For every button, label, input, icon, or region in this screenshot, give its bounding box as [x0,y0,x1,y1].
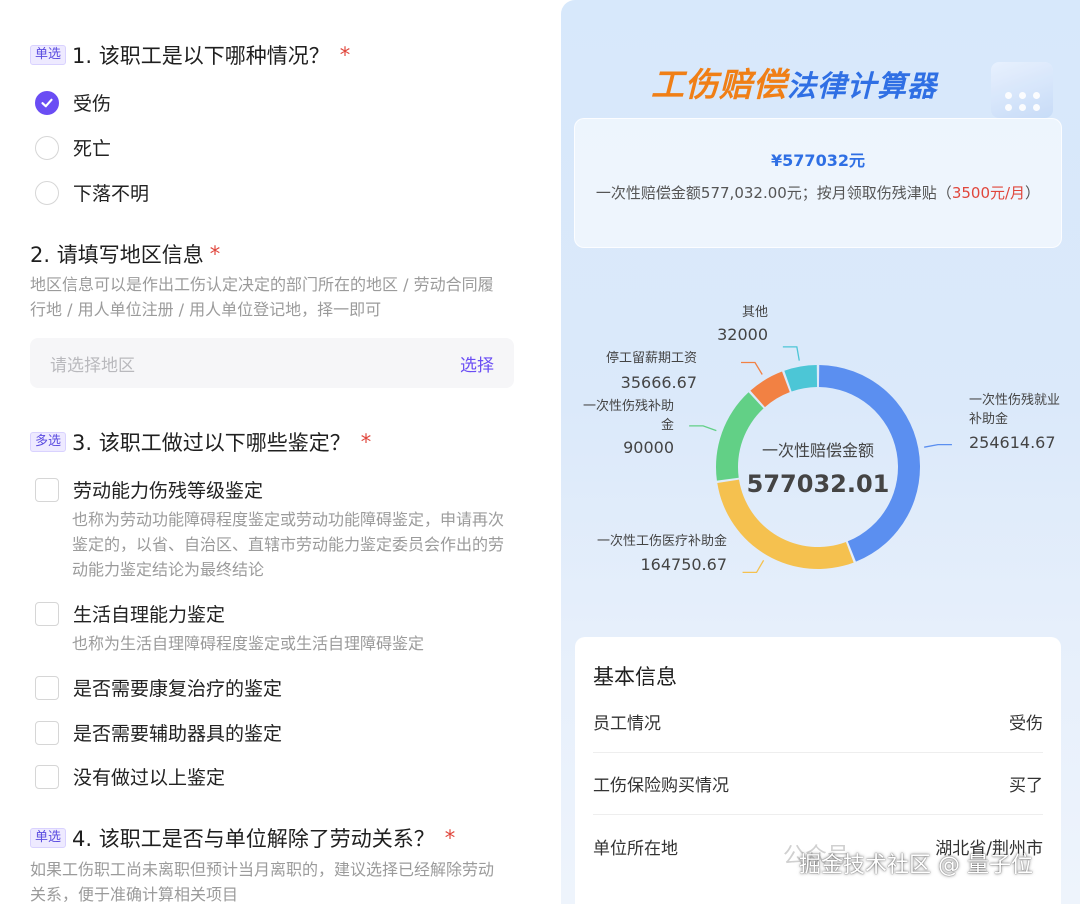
option-label: 劳动能力伤残等级鉴定 [73,480,264,502]
title-part-2: 法律计算器 [787,69,938,103]
option-label: 生活自理能力鉴定 [73,604,226,626]
option-label: 受伤 [73,93,112,115]
option-label: 是否需要康复治疗的鉴定 [73,678,283,700]
single-choice-tag: 单选 [30,45,67,65]
leader-line-4 [741,361,763,375]
option-description: 也称为劳动功能障碍程度鉴定或劳动功能障碍鉴定，申请再次鉴定的，以省、自治区、直辖… [72,510,505,579]
question-2-description: 地区信息可以是作出工伤认定决定的部门所在的地区 / 劳动合同履行地 / 用人单位… [30,275,494,319]
question-1-title: 单选 1. 该职工是以下哪种情况？ * [30,40,350,70]
slice-label-1: 一次性伤残就业 [969,392,1060,408]
radio-option-death[interactable]: 死亡 [35,134,111,161]
question-4-title: 单选 4. 该职工是否与单位解除了劳动关系？ * [30,823,455,853]
donut-center-value: 577032.01 [747,470,890,498]
region-placeholder[interactable]: 请选择地区 [50,351,135,376]
option-label: 没有做过以上鉴定 [73,767,226,789]
slice-value-3: 90000 [623,438,674,457]
question-2-title: 2. 请填写地区信息 * [30,239,220,269]
required-mark: * [360,430,372,454]
required-mark: * [444,826,456,850]
checkbox-icon[interactable] [35,764,59,789]
calculator-icon [991,62,1053,118]
radio-unchecked-icon[interactable] [35,180,59,205]
checkbox-option-rehab[interactable]: 是否需要康复治疗的鉴定 [35,674,282,701]
checkbox-option-disability-level[interactable]: 劳动能力伤残等级鉴定 [35,476,263,503]
calculator-title: 工伤赔偿法律计算器 [651,58,937,106]
radio-option-injured[interactable]: 受伤 [35,89,111,116]
result-text-2: ） [1025,184,1041,202]
radio-option-missing[interactable]: 下落不明 [35,179,149,206]
checkbox-option-self-care[interactable]: 生活自理能力鉴定 [35,600,225,627]
slice-label-3: 一次性伤残补助 [583,398,674,414]
compensation-donut-chart: 一次性赔偿金额 577032.01 一次性伤残就业补助金 254614.67 一次性工伤… [583,305,1060,574]
info-row-employee-status: 员工情况 受伤 [593,691,1043,753]
info-value: 买了 [1009,776,1043,796]
info-key: 员工情况 [593,714,661,734]
slice-label-1: 补助金 [969,411,1008,427]
option-label: 死亡 [73,138,112,160]
slice-value-4: 35666.67 [621,373,697,392]
donut-slice-3 [716,392,764,481]
question-3-text: 3. 该职工做过以下哪些鉴定？ [72,431,351,455]
basic-info-title: 基本信息 [593,665,677,689]
slice-label-4: 停工留薪期工资 [606,350,697,366]
single-choice-tag: 单选 [30,828,67,848]
watermark: 掘金技术社区 @ 量子位 [799,853,1033,878]
slice-label-5: 其他 [742,305,768,320]
info-row-insurance: 工伤保险购买情况 买了 [593,753,1043,815]
monthly-allowance: 3500元/月 [951,184,1026,202]
questionnaire-form: 单选 1. 该职工是以下哪种情况？ * 受伤 死亡 下落不明 2. 请填写地区信… [0,0,545,904]
slice-value-1: 254614.67 [969,433,1056,452]
question-4-text: 4. 该职工是否与单位解除了劳动关系？ [72,827,435,851]
info-key: 工伤保险购买情况 [593,776,729,796]
checkbox-icon[interactable] [35,477,59,502]
slice-label-3: 金 [661,417,674,433]
checkbox-option-assistive-device[interactable]: 是否需要辅助器具的鉴定 [35,719,282,746]
result-card: ¥577032元 一次性赔偿金额577,032.00元；按月领取伤残津贴（350… [574,118,1062,248]
checkbox-icon[interactable] [35,720,59,745]
result-description: 一次性赔偿金额577,032.00元；按月领取伤残津贴（3500元/月） [593,181,1043,205]
question-3-title: 多选 3. 该职工做过以下哪些鉴定？ * [30,427,371,457]
donut-slice-1 [818,365,920,562]
leader-line-2 [742,559,765,574]
checkbox-icon[interactable] [35,601,59,626]
result-amount: ¥577032元 [771,151,865,170]
radio-checked-icon[interactable] [35,90,59,115]
slice-value-5: 32000 [717,325,768,344]
slice-label-2: 一次性工伤医疗补助金 [597,533,727,549]
compensation-calculator-panel: 工伤赔偿法律计算器 ¥577032元 一次性赔偿金额577,032.00元；按月… [561,0,1080,904]
question-2-text: 2. 请填写地区信息 [30,243,204,267]
info-value: 受伤 [1009,714,1043,734]
donut-slice-5 [784,365,818,392]
question-1-text: 1. 该职工是以下哪种情况？ [72,44,330,68]
slice-value-2: 164750.67 [640,555,727,574]
result-text-1: 一次性赔偿金额577,032.00元；按月领取伤残津贴（ [595,184,952,202]
required-mark: * [339,43,351,67]
option-description: 也称为生活自理障碍程度鉴定或生活自理障碍鉴定 [72,634,425,653]
leader-line-3 [689,425,717,432]
option-label: 下落不明 [73,183,150,205]
region-selector[interactable]: 请选择地区 选择 [30,338,514,388]
option-label: 是否需要辅助器具的鉴定 [73,723,283,745]
title-part-1: 工伤赔偿 [651,65,787,104]
checkbox-option-none[interactable]: 没有做过以上鉴定 [35,763,225,790]
checkbox-icon[interactable] [35,675,59,700]
leader-line-5 [782,346,800,361]
question-4-description: 如果工伤职工尚未离职但预计当月离职的，建议选择已经解除劳动关系，便于准确计算相关… [30,860,495,904]
multiple-choice-tag: 多选 [30,432,67,452]
info-key: 单位所在地 [593,838,678,859]
donut-center-label: 一次性赔偿金额 [762,441,874,460]
radio-unchecked-icon[interactable] [35,135,59,160]
select-region-button[interactable]: 选择 [460,351,494,376]
leader-line-1 [924,443,952,448]
required-mark: * [209,242,221,266]
